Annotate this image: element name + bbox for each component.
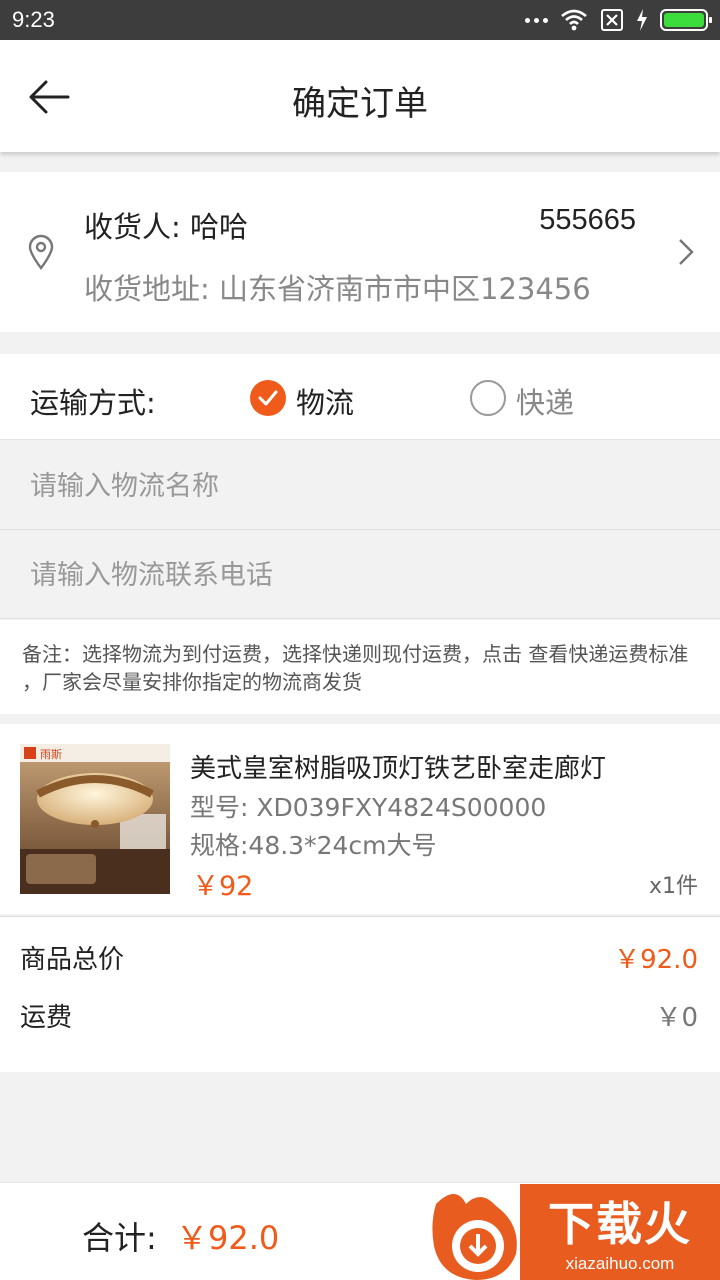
wifi-icon: [561, 9, 587, 31]
watermark-url: xiazaihuo.com: [565, 1254, 675, 1273]
product-thumbnail: 雨斯: [20, 744, 170, 894]
freight-row: 运费 ￥0: [20, 997, 698, 1037]
page-title: 确定订单: [292, 84, 428, 124]
app-bar: 确定订单: [0, 40, 720, 152]
logistics-radio[interactable]: [250, 380, 286, 416]
product-item[interactable]: 雨斯 美式皇室树脂吸顶灯铁艺卧室走廊灯 型号: XD039FXY4824S000…: [0, 724, 720, 914]
brand-logo-mark: [24, 747, 36, 759]
chevron-right-icon: [679, 239, 694, 265]
express-option-label[interactable]: 快递: [516, 380, 574, 422]
brand-logo-text: 雨斯: [40, 748, 62, 761]
goods-total-label: 商品总价: [20, 945, 125, 975]
charging-icon: [637, 9, 647, 31]
status-bar: 9:23: [0, 0, 720, 40]
status-time: 9:23: [12, 7, 55, 32]
flame-logo-icon: [432, 1194, 517, 1280]
recipient-phone: 555665: [539, 204, 636, 236]
goods-total-value: ￥92.0: [614, 945, 698, 975]
product-name: 美式皇室树脂吸顶灯铁艺卧室走廊灯: [190, 754, 607, 784]
logistics-phone-row: [0, 531, 720, 619]
logistics-option-label[interactable]: 物流: [296, 380, 354, 422]
express-radio[interactable]: [470, 380, 506, 416]
shipping-method: 运输方式: 物流 快递: [0, 354, 720, 440]
watermark-box: 下载火 xiazaihuo.com: [520, 1184, 720, 1280]
price-summary: 商品总价 ￥92.0 运费 ￥0: [0, 916, 720, 1072]
shipping-label: 运输方式:: [30, 386, 156, 420]
location-pin-icon: [28, 234, 54, 270]
freight-value: ￥0: [655, 1003, 698, 1033]
goods-total-row: 商品总价 ￥92.0: [20, 939, 698, 979]
address-card[interactable]: 收货人: 哈哈 555665 收货地址: 山东省济南市市中区123456: [0, 172, 720, 332]
logistics-name-row: [0, 442, 720, 530]
product-image: 雨斯: [20, 744, 170, 894]
checkmark-icon: [258, 390, 278, 406]
no-sim-icon: [601, 9, 623, 31]
product-price: ￥92: [192, 871, 254, 902]
battery-icon: [660, 9, 712, 31]
recipient-name: 收货人: 哈哈: [84, 210, 248, 244]
product-spec: 规格:48.3*24cm大号: [190, 831, 437, 860]
product-quantity: x1件: [648, 874, 698, 899]
more-dots-icon: [525, 17, 548, 23]
watermark: 下载火 xiazaihuo.com: [426, 1184, 720, 1280]
shipping-note: 备注：选择物流为到付运费，选择快递则现付运费，点击 查看快递运费标准 ，厂家会尽…: [0, 620, 720, 714]
logistics-phone-input[interactable]: [30, 553, 690, 597]
freight-label: 运费: [20, 1003, 73, 1033]
product-model: 型号: XD039FXY4824S00000: [190, 793, 547, 822]
total-label: 合计:: [82, 1219, 157, 1257]
logistics-name-input[interactable]: [30, 464, 690, 508]
status-icons: [525, 8, 712, 32]
total-value: ￥92.0: [176, 1219, 280, 1257]
recipient-address: 收货地址: 山东省济南市市中区123456: [84, 272, 591, 306]
watermark-brand: 下载火: [548, 1197, 692, 1251]
